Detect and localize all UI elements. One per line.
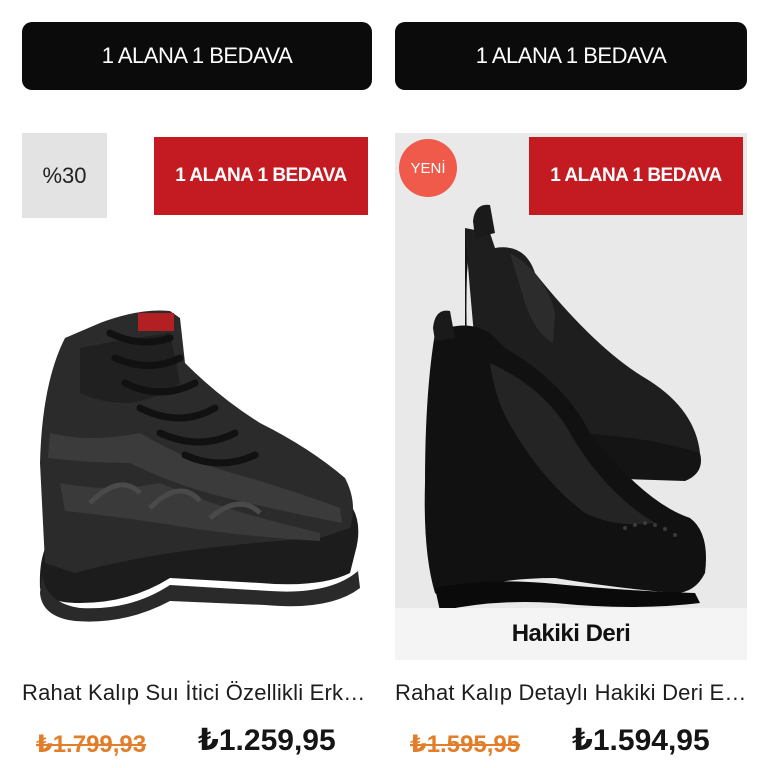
current-price: ₺1.594,95	[572, 724, 710, 757]
discount-badge: %30	[22, 133, 107, 218]
product-card-right[interactable]: YENİ 1 ALANA 1 BEDAVA Hakiki Deri	[395, 133, 747, 660]
promo-badge: 1 ALANA 1 BEDAVA	[154, 137, 368, 215]
campaign-button-label: 1 ALANA 1 BEDAVA	[101, 43, 293, 68]
product-card-left[interactable]: %30 1 ALANA 1 BEDAVA	[20, 133, 372, 660]
current-price: ₺1.259,95	[198, 724, 336, 757]
old-price: ₺1.799,93	[36, 731, 147, 758]
old-price: ₺1.595,95	[410, 731, 521, 758]
product-title[interactable]: Rahat Kalıp Suı İtici Özellikli Erkek Bo…	[22, 680, 374, 706]
campaign-button-left[interactable]: 1 ALANA 1 BEDAVA	[22, 22, 372, 90]
campaign-button-right[interactable]: 1 ALANA 1 BEDAVA	[395, 22, 747, 90]
feature-label: Hakiki Deri	[395, 608, 747, 660]
campaign-button-label: 1 ALANA 1 BEDAVA	[475, 43, 667, 68]
new-badge: YENİ	[399, 139, 457, 197]
product-title[interactable]: Rahat Kalıp Detaylı Hakiki Deri Erkek Bo…	[395, 680, 747, 706]
promo-badge: 1 ALANA 1 BEDAVA	[529, 137, 743, 215]
